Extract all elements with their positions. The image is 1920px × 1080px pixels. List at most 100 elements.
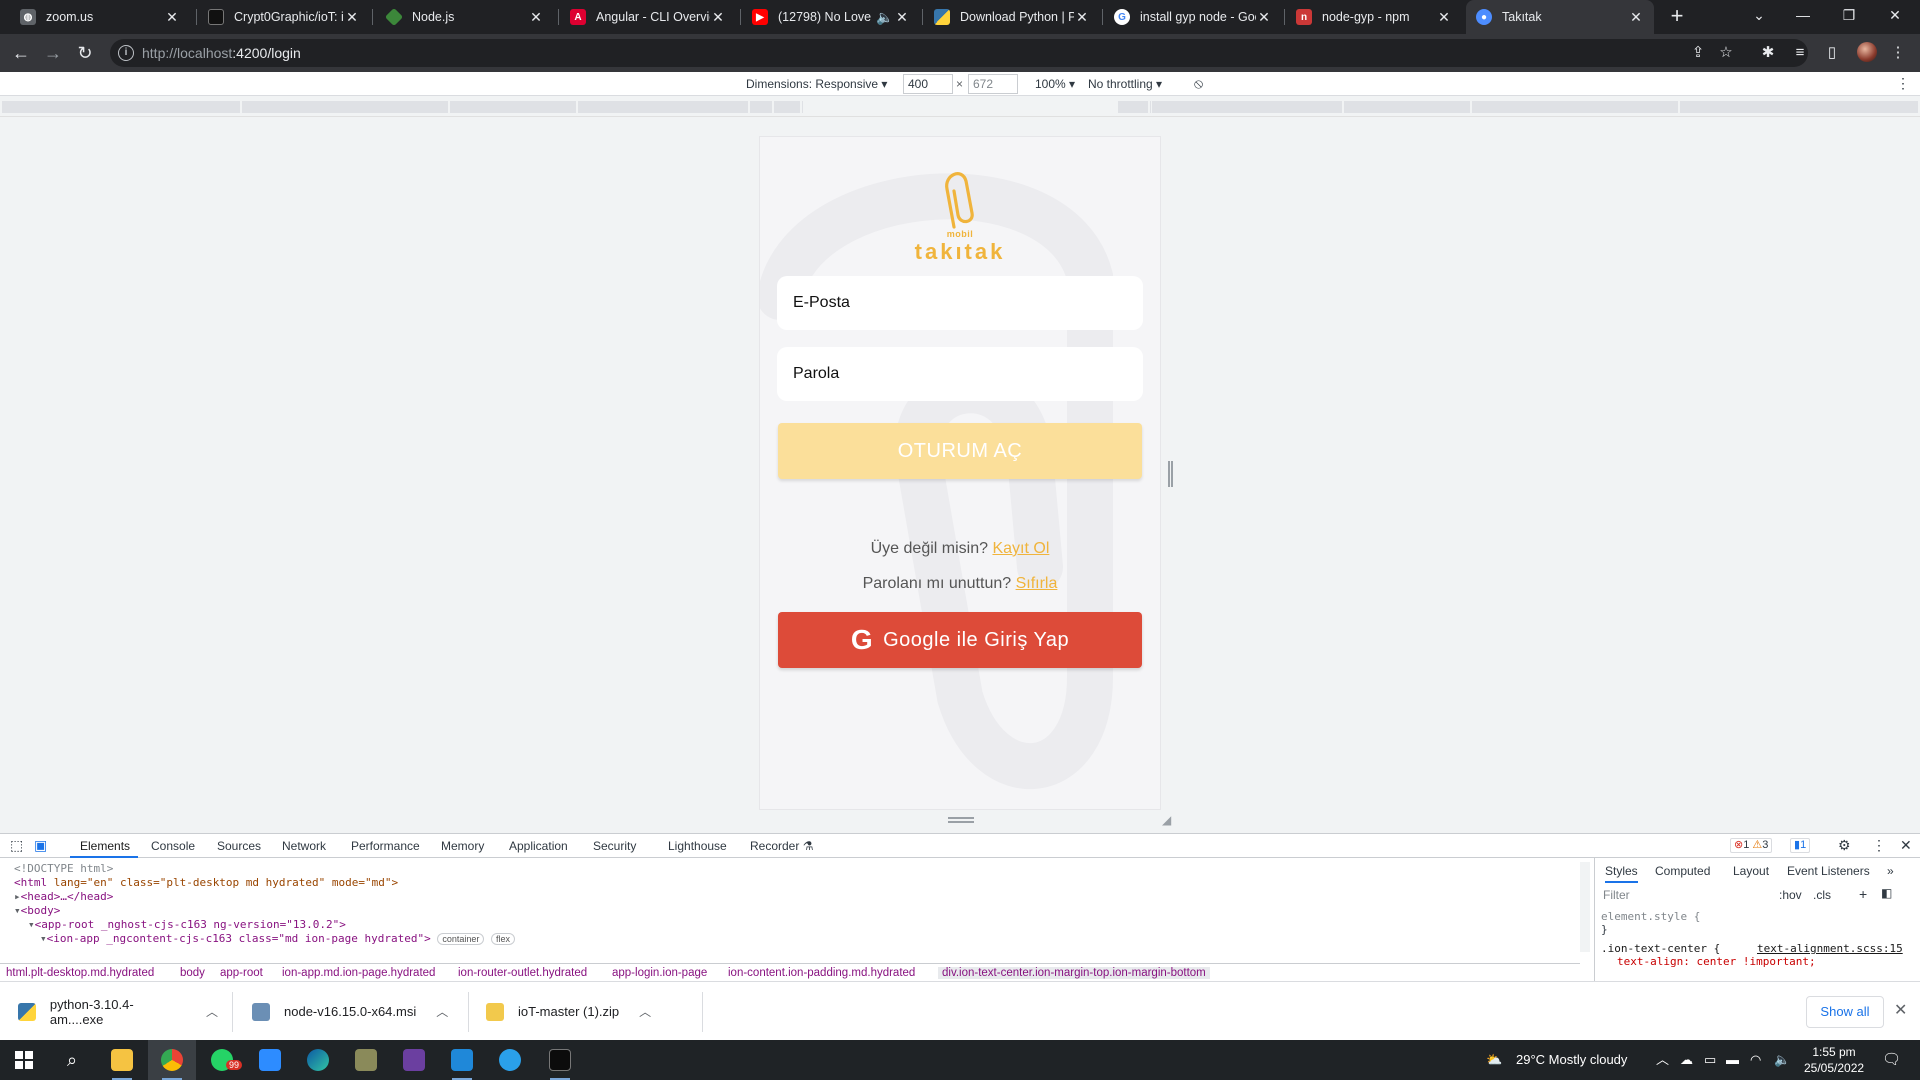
address-bar[interactable]: i http://localhost:4200/login ⇪ ☆ <box>110 39 1808 67</box>
rotate-icon[interactable]: ⦸ <box>1194 75 1203 92</box>
dimensions-select[interactable]: Dimensions: Responsive ▾ <box>746 77 887 91</box>
avatar[interactable] <box>1857 42 1877 62</box>
tab-github[interactable]: Crypt0Graphic/ioT: ioT ✕ <box>198 0 370 34</box>
search-icon[interactable]: ⌕ <box>48 1040 96 1080</box>
more-options-icon[interactable]: ⋮ <box>1896 75 1910 92</box>
password-field[interactable]: Parola <box>777 347 1143 401</box>
dom-html[interactable]: <html lang="en" class="plt-desktop md hy… <box>14 876 398 889</box>
width-input[interactable]: 400 <box>903 74 953 94</box>
zoom-select[interactable]: 100% ▾ <box>1035 77 1075 91</box>
restore-button[interactable]: ❐ <box>1826 0 1872 34</box>
height-input[interactable]: 672 <box>968 74 1018 94</box>
tab-console[interactable]: Console <box>151 839 195 853</box>
more-tabs-icon[interactable]: » <box>1887 864 1894 878</box>
tray-chevron-icon[interactable]: ︿ <box>1656 1040 1669 1080</box>
tab-network[interactable]: Network <box>282 839 326 853</box>
speaker-icon[interactable]: 🔈 <box>876 9 894 26</box>
download-item[interactable]: node-v16.15.0-x64.msi ︿ <box>252 982 452 1041</box>
close-icon[interactable]: ✕ <box>710 9 726 26</box>
edge-icon[interactable] <box>294 1040 342 1080</box>
element-style-rule[interactable]: element.style { <box>1601 910 1700 923</box>
close-window-button[interactable]: ✕ <box>1872 0 1918 34</box>
reset-password-link[interactable]: Sıfırla <box>1016 575 1058 592</box>
throttling-select[interactable]: No throttling ▾ <box>1088 77 1162 91</box>
close-icon[interactable]: ✕ <box>164 9 180 26</box>
tab-search-icon[interactable]: ⌄ <box>1736 0 1782 34</box>
breadcrumb-item-selected[interactable]: div.ion-text-center.ion-margin-top.ion-m… <box>938 967 1210 979</box>
dom-body[interactable]: ▾<body> <box>14 904 60 917</box>
breadcrumb-item[interactable]: ion-router-outlet.hydrated <box>458 967 587 979</box>
zoom-app-icon[interactable] <box>246 1040 294 1080</box>
tab-takitak[interactable]: ● Takıtak ✕ <box>1466 0 1654 34</box>
tab-lighthouse[interactable]: Lighthouse <box>668 839 727 853</box>
resize-handle-corner[interactable]: ◢ <box>1162 813 1171 827</box>
share-icon[interactable]: ⇪ <box>1688 43 1708 63</box>
tab-zoom[interactable]: ◍ zoom.us ✕ <box>10 0 190 34</box>
wifi-icon[interactable]: ◠ <box>1750 1040 1761 1080</box>
hov-toggle[interactable]: :hov <box>1779 888 1802 902</box>
email-field[interactable]: E-Posta <box>777 276 1143 330</box>
breadcrumb-item[interactable]: app-root <box>220 967 263 979</box>
tab-nodejs[interactable]: Node.js ✕ <box>376 0 554 34</box>
vscode-icon[interactable] <box>438 1040 486 1080</box>
show-all-downloads-button[interactable]: Show all <box>1806 996 1884 1028</box>
reading-list-icon[interactable]: ≡ <box>1790 43 1810 63</box>
close-icon[interactable]: ✕ <box>1256 9 1272 26</box>
toggle-sidebar-icon[interactable]: ◧ <box>1881 886 1892 900</box>
breadcrumb-item[interactable]: app-login.ion-page <box>612 967 707 979</box>
tools-icon[interactable] <box>342 1040 390 1080</box>
inspect-element-icon[interactable]: ⬚ <box>10 837 23 854</box>
chevron-up-icon[interactable]: ︿ <box>436 1003 448 1020</box>
signup-link[interactable]: Kayıt Ol <box>992 540 1049 557</box>
event-listeners-tab[interactable]: Event Listeners <box>1787 864 1870 878</box>
tab-youtube[interactable]: ▶ (12798) No Love 🔈 ✕ <box>742 0 920 34</box>
back-icon[interactable]: ← <box>8 40 34 66</box>
chevron-up-icon[interactable]: ︿ <box>639 1003 651 1020</box>
extensions-icon[interactable]: ✱ <box>1758 43 1778 63</box>
reload-icon[interactable]: ↻ <box>72 40 98 66</box>
chevron-up-icon[interactable]: ︿ <box>206 1003 218 1020</box>
issues-counter[interactable]: ⊗1 ⚠3 <box>1730 838 1773 853</box>
close-icon[interactable]: ✕ <box>1074 9 1090 26</box>
visual-studio-icon[interactable] <box>390 1040 438 1080</box>
dom-scrollbar[interactable] <box>1580 862 1590 952</box>
login-button[interactable]: OTURUM AÇ <box>778 423 1142 479</box>
tab-sources[interactable]: Sources <box>217 839 261 853</box>
minimize-button[interactable]: — <box>1780 0 1826 34</box>
menu-kebab-icon[interactable]: ⋮ <box>1888 43 1908 63</box>
close-icon[interactable]: ✕ <box>1628 9 1644 26</box>
windows-start-icon[interactable] <box>0 1040 48 1080</box>
styles-tab[interactable]: Styles <box>1605 864 1638 883</box>
tab-angular[interactable]: A Angular - CLI Overview ✕ <box>560 0 736 34</box>
close-devtools-icon[interactable]: ✕ <box>1900 837 1912 854</box>
weather-text[interactable]: 29°C Mostly cloudy <box>1516 1040 1627 1080</box>
close-icon[interactable]: ✕ <box>344 9 360 26</box>
site-info-icon[interactable]: i <box>118 45 134 61</box>
tab-memory[interactable]: Memory <box>441 839 484 853</box>
close-icon[interactable]: ✕ <box>1894 1000 1907 1020</box>
side-panel-icon[interactable]: ▯ <box>1822 43 1842 63</box>
css-declaration[interactable]: text-align: center !important; <box>1617 955 1816 968</box>
tab-elements[interactable]: Elements <box>80 839 130 853</box>
more-options-icon[interactable]: ⋮ <box>1872 837 1886 854</box>
breadcrumb-item[interactable]: ion-content.ion-padding.md.hydrated <box>728 967 915 979</box>
dom-ion-app[interactable]: ▾<ion-app _ngcontent-cjs-c163 class="md … <box>40 932 516 945</box>
new-rule-icon[interactable]: + <box>1859 886 1867 902</box>
chrome-icon[interactable] <box>148 1040 196 1080</box>
weather-icon[interactable]: ⛅ <box>1486 1040 1502 1080</box>
tab-google-search[interactable]: G install gyp node - Goo ✕ <box>1104 0 1282 34</box>
dom-doctype[interactable]: <!DOCTYPE html> <box>14 862 113 875</box>
resize-handle-bottom[interactable] <box>948 817 974 823</box>
notifications-icon[interactable]: 🗨 <box>1882 1040 1901 1080</box>
terminal-icon[interactable] <box>536 1040 584 1080</box>
google-login-button[interactable]: G Google ile Giriş Yap <box>778 612 1142 668</box>
breadcrumb-item[interactable]: body <box>180 967 205 979</box>
close-icon[interactable]: ✕ <box>1436 9 1452 26</box>
messages-counter[interactable]: ▮1 <box>1790 838 1811 853</box>
file-explorer-icon[interactable] <box>98 1040 146 1080</box>
computed-tab[interactable]: Computed <box>1655 864 1710 878</box>
cls-toggle[interactable]: .cls <box>1813 888 1831 902</box>
device-toggle-icon[interactable]: ▣ <box>34 837 47 854</box>
resize-handle-right[interactable] <box>1168 461 1173 487</box>
css-rule-source-link[interactable]: text-alignment.scss:15 <box>1757 942 1903 955</box>
